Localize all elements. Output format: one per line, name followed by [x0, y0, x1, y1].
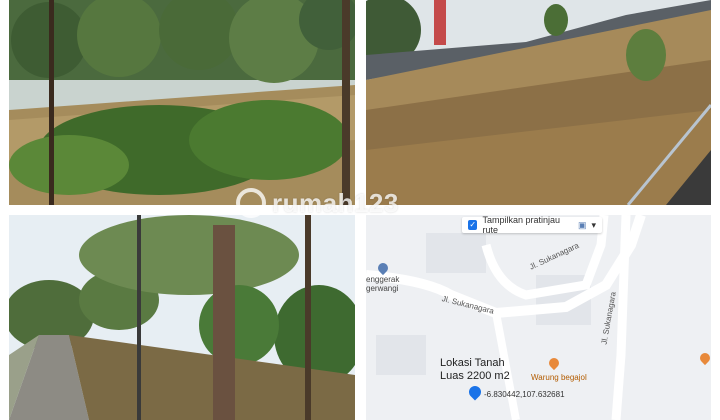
dropdown-chevron-icon[interactable]: ▾ — [591, 220, 596, 231]
car-icon: ▣ — [577, 219, 587, 230]
photo-land-trees — [9, 0, 355, 205]
photo-slope-wall — [366, 0, 711, 205]
location-caption: Lokasi Tanah Luas 2200 m2 — [440, 357, 510, 383]
checkbox-icon[interactable]: ✓ — [468, 220, 478, 230]
photo-road-trees — [9, 215, 355, 420]
location-size: Luas 2200 m2 — [440, 370, 510, 382]
map-left-place-label: enggerak gerwangi — [366, 275, 399, 293]
location-coordinates: -6.830442,107.632681 — [484, 390, 565, 399]
route-preview-toggle[interactable]: ✓ Tampilkan pratinjau rute ▣ ▾ — [462, 215, 602, 235]
poi-warung-label[interactable]: Warung begajol — [531, 373, 587, 382]
place-label-line-1: enggerak — [366, 275, 400, 284]
route-toggle-label: Tampilkan pratinjau rute — [482, 215, 561, 235]
map-panel[interactable]: ✓ Tampilkan pratinjau rute ▣ ▾ Jl. Sukan… — [366, 215, 711, 420]
location-title: Lokasi Tanah — [440, 357, 505, 369]
place-label-line-2: gerwangi — [366, 284, 399, 293]
